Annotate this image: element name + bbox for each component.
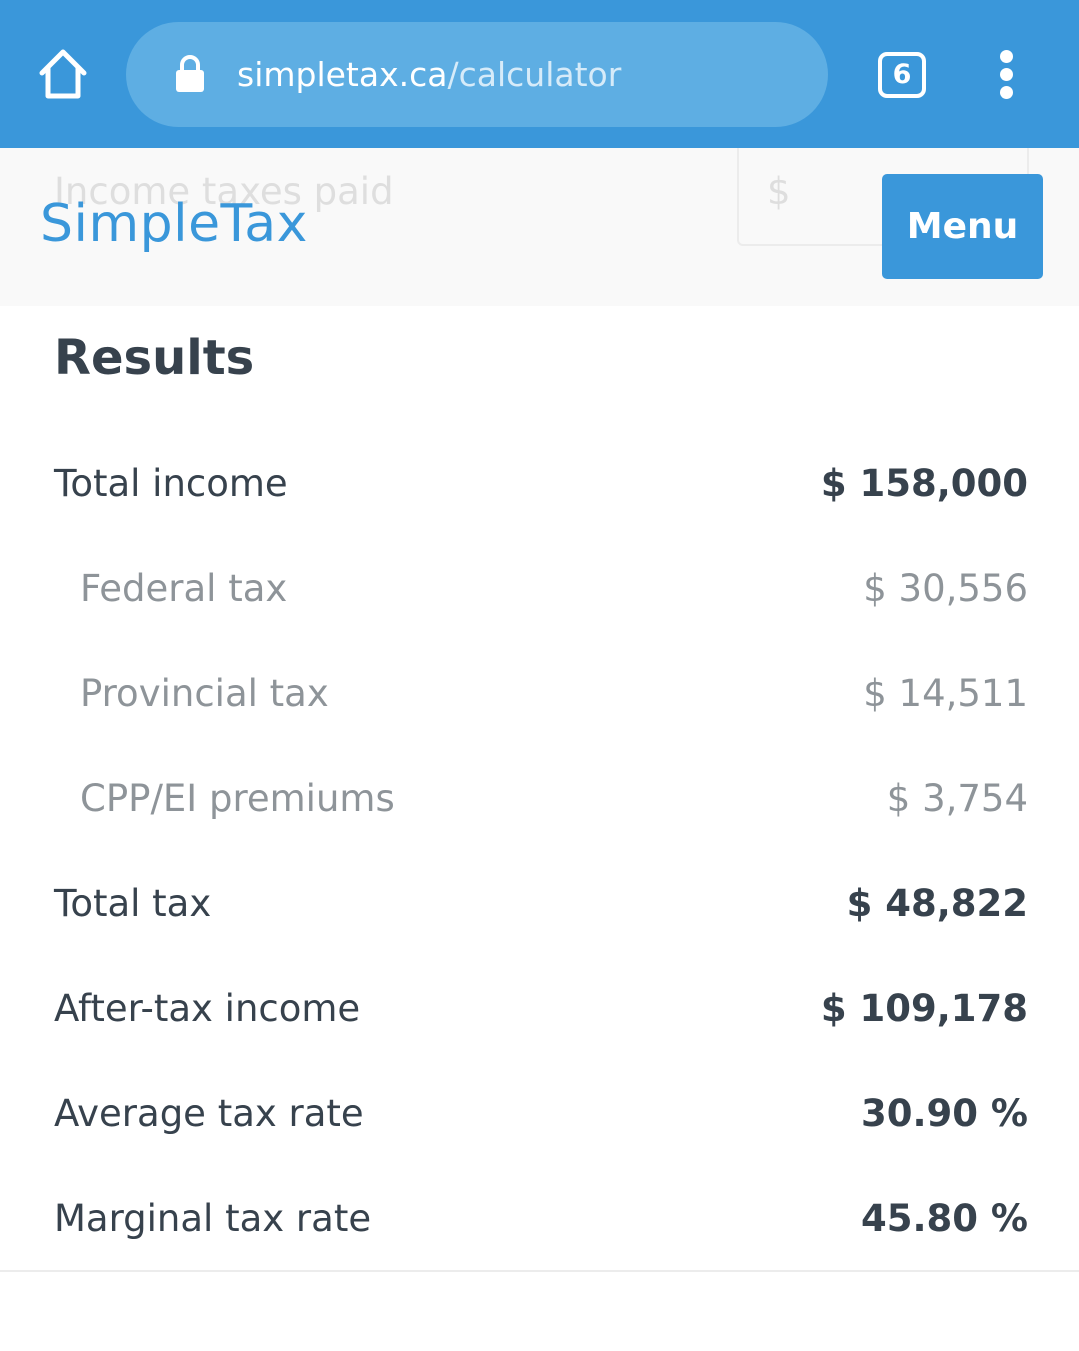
section-divider bbox=[0, 1270, 1079, 1272]
row-value: $ 30,556 bbox=[863, 567, 1028, 610]
result-row-cpp-ei-premiums: CPP/EI premiums $ 3,754 bbox=[0, 769, 1079, 829]
row-value: $ 109,178 bbox=[820, 987, 1028, 1030]
url-path: /calculator bbox=[447, 55, 622, 94]
address-bar[interactable]: simpletax.ca/calculator bbox=[126, 22, 828, 127]
tabs-button[interactable]: 6 bbox=[878, 52, 926, 98]
row-label: Average tax rate bbox=[54, 1092, 364, 1135]
row-value: $ 158,000 bbox=[820, 462, 1028, 505]
result-row-total-income: Total income $ 158,000 bbox=[0, 454, 1079, 514]
home-icon bbox=[39, 49, 87, 99]
result-row-after-tax-income: After-tax income $ 109,178 bbox=[0, 979, 1079, 1039]
row-value: $ 3,754 bbox=[886, 777, 1028, 820]
url-host: simpletax.ca bbox=[237, 55, 448, 94]
row-label: Federal tax bbox=[80, 567, 288, 610]
result-row-marginal-tax-rate: Marginal tax rate 45.80 % bbox=[0, 1189, 1079, 1249]
more-menu-button[interactable] bbox=[992, 50, 1022, 100]
row-value: $ 48,822 bbox=[846, 882, 1028, 925]
row-label: Total tax bbox=[54, 882, 212, 925]
row-label: After-tax income bbox=[54, 987, 361, 1030]
row-label: Marginal tax rate bbox=[54, 1197, 372, 1240]
browser-toolbar: simpletax.ca/calculator 6 bbox=[0, 0, 1079, 148]
row-value: 45.80 % bbox=[861, 1197, 1028, 1240]
site-header: Income taxes paid $ SimpleTax Menu bbox=[0, 148, 1079, 306]
row-value: $ 14,511 bbox=[863, 672, 1028, 715]
row-value: 30.90 % bbox=[861, 1092, 1028, 1135]
url-text: simpletax.ca/calculator bbox=[237, 54, 621, 96]
result-row-total-tax: Total tax $ 48,822 bbox=[0, 874, 1079, 934]
row-label: Total income bbox=[54, 462, 288, 505]
row-label: CPP/EI premiums bbox=[80, 777, 395, 820]
background-field-prefix: $ bbox=[767, 170, 791, 213]
tab-count: 6 bbox=[892, 59, 912, 90]
lock-icon bbox=[176, 55, 204, 92]
menu-button[interactable]: Menu bbox=[882, 174, 1043, 279]
result-row-average-tax-rate: Average tax rate 30.90 % bbox=[0, 1084, 1079, 1144]
simpletax-logo[interactable]: SimpleTax bbox=[40, 194, 308, 254]
row-label: Provincial tax bbox=[80, 672, 329, 715]
result-row-federal-tax: Federal tax $ 30,556 bbox=[0, 559, 1079, 619]
results-title: Results bbox=[54, 330, 255, 386]
home-button[interactable] bbox=[34, 46, 92, 102]
result-row-provincial-tax: Provincial tax $ 14,511 bbox=[0, 664, 1079, 724]
